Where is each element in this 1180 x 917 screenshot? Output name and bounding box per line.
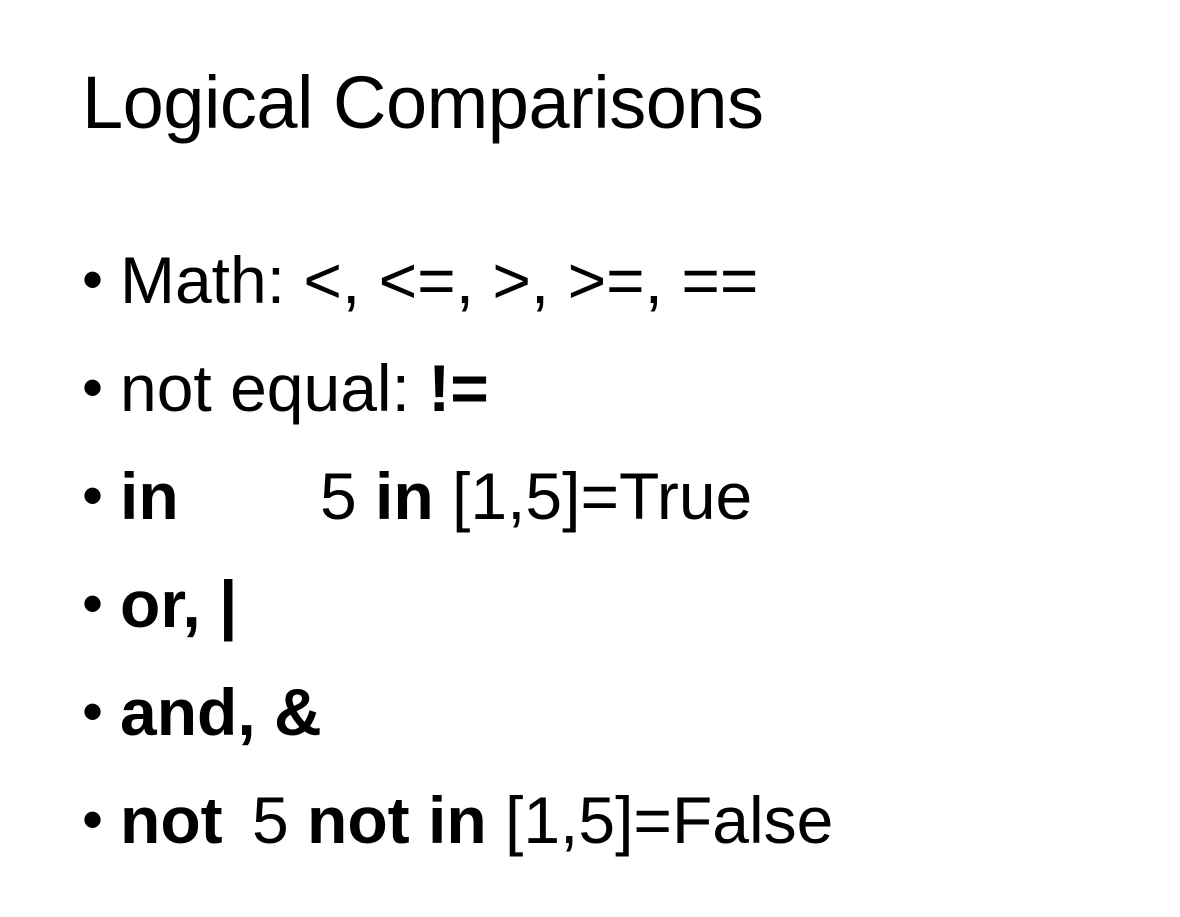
keyword-not: not	[120, 783, 223, 857]
keyword-and: and, &	[120, 675, 322, 749]
example-number: 5	[320, 459, 376, 533]
bullet-dot: •	[82, 678, 104, 745]
bullet-dot: •	[82, 246, 104, 313]
slide: Logical Comparisons • Math: <, <=, >, >=…	[0, 0, 1180, 917]
example-number: 5	[252, 783, 308, 857]
keyword-or: or, |	[120, 567, 238, 641]
keyword-in: in	[120, 459, 179, 533]
bullet-and: • and, &	[82, 672, 833, 780]
slide-title: Logical Comparisons	[82, 61, 764, 144]
operator-not-equal: !=	[428, 351, 489, 425]
example-keyword-in: in	[375, 459, 434, 533]
bullet-not: • not 5 not in [1,5]=False	[82, 780, 833, 888]
bullet-dot: •	[82, 462, 104, 529]
bullet-text: Math: <, <=, >, >=, ==	[120, 243, 759, 317]
bullet-list: • Math: <, <=, >, >=, == • not equal: !=…	[82, 240, 833, 888]
example-keyword-not-in: not in	[307, 783, 487, 857]
bullet-dot: •	[82, 786, 104, 853]
example-result: [1,5]=True	[433, 459, 753, 533]
example-result: [1,5]=False	[486, 783, 834, 857]
bullet-not-equal: • not equal: !=	[82, 348, 833, 456]
bullet-text: not equal:	[120, 351, 429, 425]
bullet-or: • or, |	[82, 564, 833, 672]
bullet-math: • Math: <, <=, >, >=, ==	[82, 240, 833, 348]
bullet-dot: •	[82, 354, 104, 421]
bullet-dot: •	[82, 570, 104, 637]
bullet-in: • in 5 in [1,5]=True	[82, 456, 833, 564]
